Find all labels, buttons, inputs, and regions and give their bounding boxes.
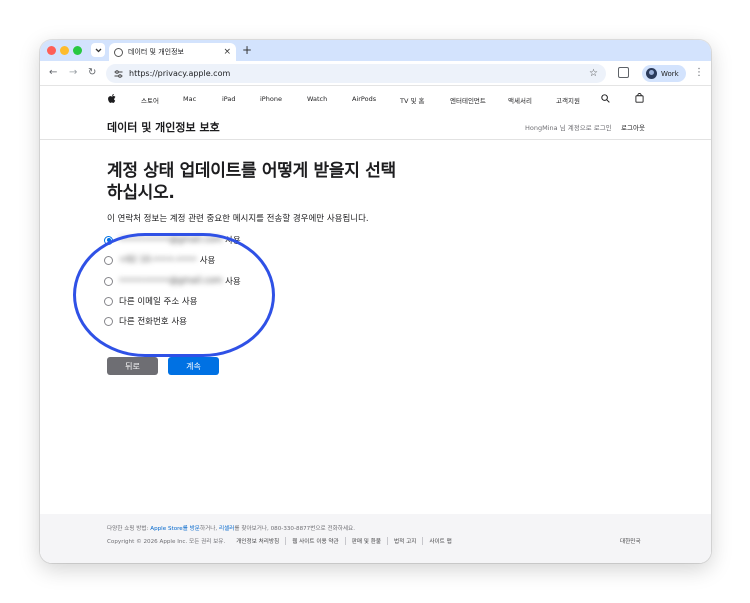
nav-item-tv-home[interactable]: TV 및 홈 (400, 95, 425, 105)
footer-link-privacy[interactable]: 개인정보 처리방침 (236, 537, 285, 545)
footer-link-sales[interactable]: 판매 및 환불 (344, 537, 387, 545)
shopping-bag-icon[interactable] (635, 93, 644, 103)
apple-logo-icon[interactable] (108, 94, 116, 103)
signed-in-status: HongMina 님 계정으로 로그인 (525, 124, 612, 132)
privacy-subheader: 데이터 및 개인정보 보호 HongMina 님 계정으로 로그인 로그아웃 (40, 112, 711, 140)
globe-icon (114, 47, 123, 57)
apple-store-link[interactable]: Apple Store를 방문 (150, 526, 200, 532)
masked-email: ••••••••••@gmail.com (119, 276, 223, 286)
address-bar[interactable]: https://privacy.apple.com ☆ (106, 64, 606, 83)
reload-icon[interactable]: ↻ (88, 67, 96, 79)
masked-email: ••••••••••@gmail.com (119, 235, 223, 245)
radio-button[interactable] (104, 255, 113, 265)
close-tab-icon[interactable]: × (223, 47, 231, 57)
copyright-text: Copyright © 2026 Apple Inc. 모든 권리 보유. (107, 539, 226, 545)
url-text[interactable]: https://privacy.apple.com (129, 69, 589, 78)
radio-button[interactable] (104, 316, 113, 326)
footer-legal-row: Copyright © 2026 Apple Inc. 모든 권리 보유. 개인… (107, 537, 647, 545)
nav-item-accessories[interactable]: 액세서리 (508, 95, 532, 105)
nav-item-store[interactable]: 스토어 (141, 95, 159, 105)
site-settings-icon[interactable] (114, 69, 123, 78)
search-icon[interactable] (601, 94, 610, 103)
profile-avatar (646, 68, 657, 79)
option-email-2[interactable]: ••••••••••@gmail.com 사용 (104, 274, 241, 288)
option-phone-1[interactable]: +82 10-••••-•••• 사용 (104, 253, 215, 267)
nav-item-mac[interactable]: Mac (183, 95, 196, 103)
logout-link[interactable]: 로그아웃 (621, 122, 645, 132)
footer-text: 다양한 쇼핑 방법: (107, 526, 151, 532)
maximize-window-button[interactable] (73, 46, 82, 55)
region-selector[interactable]: 대한민국 (620, 537, 641, 545)
web-page: 스토어 Mac iPad iPhone Watch AirPods TV 및 홈… (40, 87, 711, 563)
tab-title: 데이터 및 개인정보 (128, 48, 184, 56)
profile-button[interactable]: Work (642, 65, 686, 82)
tab-strip: 데이터 및 개인정보 × + (40, 40, 711, 61)
footer-text: 하거나, (199, 526, 219, 532)
option-suffix: 사용 (199, 256, 216, 266)
browser-window: 데이터 및 개인정보 × + ← → ↻ https://privacy.app… (40, 40, 711, 563)
apple-global-nav: 스토어 Mac iPad iPhone Watch AirPods TV 및 홈… (40, 87, 711, 112)
nav-item-support[interactable]: 고객지원 (556, 95, 580, 105)
nav-item-iphone[interactable]: iPhone (260, 95, 282, 103)
profile-label: Work (661, 69, 679, 78)
description-text: 이 연락처 정보는 계정 관련 중요한 메시지를 전송할 경우에만 사용됩니다. (107, 214, 369, 224)
main-heading: 계정 상태 업데이트를 어떻게 받을지 선택하십시오. (107, 161, 396, 203)
minimize-window-button[interactable] (60, 46, 69, 55)
radio-button[interactable] (104, 276, 113, 286)
back-arrow-icon[interactable]: ← (49, 67, 57, 79)
footer-link-sitemap[interactable]: 사이트 맵 (422, 537, 457, 545)
masked-phone: +82 10-••••-•••• (119, 255, 197, 265)
option-other-phone[interactable]: 다른 전화번호 사용 (104, 314, 187, 328)
option-email-1[interactable]: ••••••••••@gmail.com 사용 (104, 233, 241, 247)
nav-item-entertainment[interactable]: 엔터테인먼트 (450, 95, 486, 105)
option-other-email[interactable]: 다른 이메일 주소 사용 (104, 294, 198, 308)
forward-arrow-icon[interactable]: → (69, 67, 77, 79)
radio-button[interactable] (104, 235, 113, 245)
footer-link-legal[interactable]: 법적 고지 (387, 537, 422, 545)
browser-menu-icon[interactable]: ⋮ (694, 67, 704, 79)
back-button[interactable]: 뒤로 (107, 357, 158, 375)
nav-item-ipad[interactable]: iPad (222, 95, 236, 103)
reseller-link[interactable]: 리셀러 (219, 526, 234, 532)
page-title[interactable]: 데이터 및 개인정보 보호 (107, 119, 220, 135)
new-tab-button[interactable]: + (242, 43, 252, 57)
radio-button[interactable] (104, 296, 113, 306)
chevron-down-icon (95, 48, 101, 52)
footer-shopping-info: 다양한 쇼핑 방법: Apple Store를 방문하거나, 리셀러를 찾아보거… (107, 524, 355, 532)
close-window-button[interactable] (47, 46, 56, 55)
bookmark-star-icon[interactable]: ☆ (589, 68, 598, 79)
page-footer: 다양한 쇼핑 방법: Apple Store를 방문하거나, 리셀러를 찾아보거… (40, 514, 711, 563)
footer-link-terms[interactable]: 웹 사이트 이용 약관 (285, 537, 345, 545)
option-suffix: 사용 (225, 277, 241, 287)
option-label: 다른 전화번호 사용 (119, 317, 187, 327)
nav-item-airpods[interactable]: AirPods (352, 95, 376, 103)
active-tab[interactable]: 데이터 및 개인정보 × (109, 43, 236, 61)
option-label: 다른 이메일 주소 사용 (119, 297, 198, 307)
footer-text: 를 찾아보거나, 080-330-8877번으로 전화하세요. (234, 526, 355, 532)
browser-toolbar: ← → ↻ https://privacy.apple.com ☆ Work ⋮ (40, 61, 711, 86)
continue-button[interactable]: 계속 (168, 357, 219, 375)
extensions-icon[interactable] (618, 67, 629, 78)
tab-search-button[interactable] (91, 43, 105, 57)
nav-item-watch[interactable]: Watch (307, 95, 327, 103)
option-suffix: 사용 (225, 236, 241, 246)
